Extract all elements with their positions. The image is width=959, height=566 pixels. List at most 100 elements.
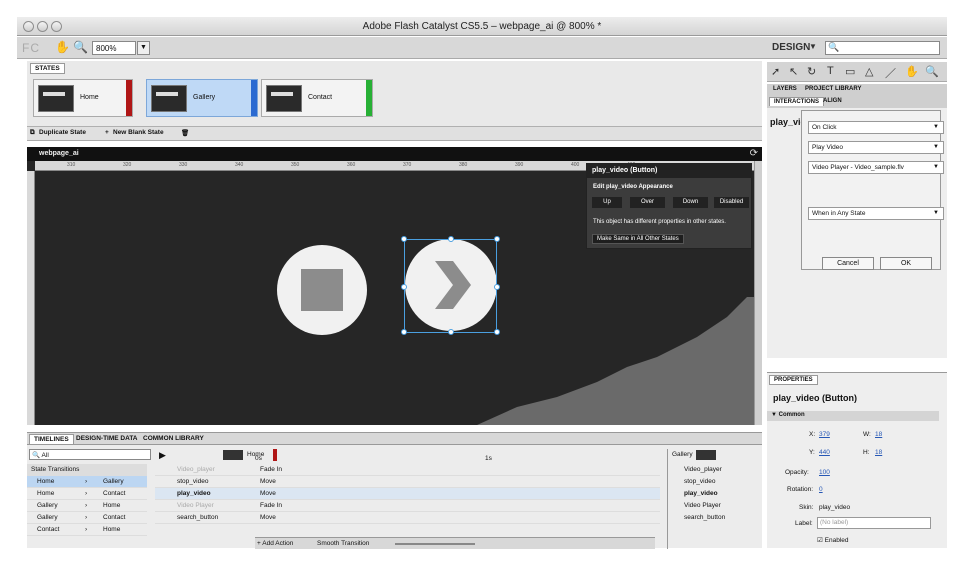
state-up-button[interactable]: Up bbox=[592, 197, 622, 208]
enabled-checkbox[interactable]: ☑ Enabled bbox=[817, 536, 849, 544]
tab-timelines[interactable]: TIMELINES bbox=[29, 434, 74, 444]
zoom-level-field[interactable]: 800% bbox=[92, 41, 136, 55]
states-tab[interactable]: STATES bbox=[30, 63, 65, 74]
track-row[interactable]: Video_player Fade In bbox=[155, 464, 660, 476]
resize-handle[interactable] bbox=[401, 284, 407, 290]
y-value[interactable]: 440 bbox=[819, 449, 830, 456]
timelines-panel: TIMELINES DESIGN-TIME DATA COMMON LIBRAR… bbox=[27, 432, 762, 549]
chevron-down-icon[interactable]: ▼ bbox=[809, 42, 817, 51]
transition-row[interactable]: Gallery › Contact bbox=[27, 512, 147, 524]
target-dropdown[interactable]: Video Player - Video_sample.flv ▼ bbox=[808, 161, 944, 174]
tab-align[interactable]: ALIGN bbox=[819, 97, 846, 105]
resize-handle[interactable] bbox=[401, 236, 407, 242]
resize-handle[interactable] bbox=[448, 329, 454, 335]
zoom-dropdown-button[interactable]: ▼ bbox=[137, 41, 150, 55]
triangle-tool-icon[interactable]: △ bbox=[865, 65, 873, 78]
hand-tool-icon[interactable]: ✋ bbox=[905, 65, 919, 78]
from-state: Home bbox=[37, 478, 55, 485]
rotation-value[interactable]: 0 bbox=[819, 486, 823, 493]
smooth-transition-button[interactable]: Smooth Transition bbox=[317, 540, 369, 547]
ruler-tick: 370 bbox=[403, 162, 412, 168]
direct-select-tool-icon[interactable]: ↖ bbox=[789, 65, 798, 78]
refresh-icon[interactable]: ⟳ bbox=[750, 148, 758, 159]
track-row[interactable]: Video Player Fade In bbox=[155, 500, 660, 512]
new-blank-state-icon[interactable]: + bbox=[105, 129, 109, 136]
condition-value: When in Any State bbox=[812, 210, 866, 217]
track-row[interactable]: stop_video Move bbox=[155, 476, 660, 488]
x-value[interactable]: 379 bbox=[819, 431, 830, 438]
tab-common-library[interactable]: COMMON LIBRARY bbox=[139, 434, 208, 443]
workspace-label[interactable]: DESIGN bbox=[772, 42, 810, 53]
resize-handle[interactable] bbox=[494, 236, 500, 242]
state-card-home[interactable]: Home bbox=[33, 79, 133, 117]
layers-tabbar: LAYERS PROJECT LIBRARY bbox=[767, 84, 947, 96]
play-icon[interactable]: ▶ bbox=[159, 450, 166, 461]
object-name: Video_player bbox=[684, 466, 722, 473]
duplicate-state-button[interactable]: Duplicate State bbox=[39, 129, 86, 136]
duplicate-state-icon[interactable]: ⧉ bbox=[30, 129, 35, 137]
selection-box[interactable] bbox=[401, 236, 500, 335]
h-value[interactable]: 18 bbox=[875, 449, 882, 456]
ok-button[interactable]: OK bbox=[880, 257, 932, 270]
w-label: W: bbox=[863, 431, 871, 438]
transition-row[interactable]: Gallery › Home bbox=[27, 500, 147, 512]
object-name: search_button bbox=[684, 514, 726, 521]
search-input[interactable]: 🔍 bbox=[825, 41, 940, 55]
filter-select[interactable]: 🔍 All bbox=[29, 449, 151, 460]
tab-properties[interactable]: PROPERTIES bbox=[769, 375, 818, 385]
resize-handle[interactable] bbox=[494, 329, 500, 335]
new-blank-state-button[interactable]: New Blank State bbox=[113, 129, 164, 136]
trash-icon[interactable]: 🗑 bbox=[181, 129, 189, 137]
tab-interactions[interactable]: INTERACTIONS bbox=[769, 97, 824, 106]
h-label: H: bbox=[863, 449, 870, 456]
transition-row[interactable]: Contact › Home bbox=[27, 524, 147, 536]
ruler-tick: 360 bbox=[347, 162, 356, 168]
action-dropdown[interactable]: Play Video ▼ bbox=[808, 141, 944, 154]
interaction-editor: On Click ▼ Play Video ▼ Video Player - Vid… bbox=[801, 110, 944, 270]
w-value[interactable]: 18 bbox=[875, 431, 882, 438]
transform-tool-icon[interactable]: ↻ bbox=[807, 65, 816, 78]
transitions-list: State Transitions Home › Gallery Home › … bbox=[27, 464, 154, 549]
ruler-tick: 330 bbox=[179, 162, 188, 168]
state-card-contact[interactable]: Contact bbox=[261, 79, 373, 117]
vertical-scrollbar[interactable] bbox=[754, 161, 762, 425]
tab-project-library[interactable]: PROJECT LIBRARY bbox=[801, 85, 865, 93]
condition-dropdown[interactable]: When in Any State ▼ bbox=[808, 207, 944, 220]
zoom-slider[interactable] bbox=[395, 543, 475, 545]
tab-design-time-data[interactable]: DESIGN-TIME DATA bbox=[72, 434, 142, 443]
rectangle-tool-icon[interactable]: ▭ bbox=[845, 65, 855, 78]
common-section-header[interactable]: ▼ Common bbox=[767, 411, 939, 421]
resize-handle[interactable] bbox=[494, 284, 500, 290]
event-dropdown[interactable]: On Click ▼ bbox=[808, 121, 944, 134]
document-name[interactable]: webpage_ai bbox=[39, 150, 79, 157]
stop-video-button[interactable] bbox=[277, 245, 367, 335]
track-row[interactable]: play_video Move bbox=[155, 488, 660, 500]
resize-handle[interactable] bbox=[401, 329, 407, 335]
zoom-tool-icon[interactable]: 🔍 bbox=[73, 40, 88, 54]
selection-tool-icon[interactable]: ➚ bbox=[771, 65, 780, 78]
tab-layers[interactable]: LAYERS bbox=[769, 85, 801, 93]
line-tool-icon[interactable]: ／ bbox=[885, 65, 896, 81]
arrow-icon: › bbox=[85, 502, 88, 509]
transition-row[interactable]: Home › Contact bbox=[27, 488, 147, 500]
add-action-button[interactable]: + Add Action bbox=[257, 540, 293, 547]
arrow-icon: › bbox=[85, 490, 88, 497]
text-tool-icon[interactable]: T bbox=[827, 65, 834, 77]
resize-handle[interactable] bbox=[448, 236, 454, 242]
state-disabled-button[interactable]: Disabled bbox=[714, 197, 749, 208]
zoom-tool-icon[interactable]: 🔍 bbox=[925, 65, 939, 78]
state-card-gallery[interactable]: Gallery bbox=[146, 79, 258, 117]
make-same-button[interactable]: Make Same in All Other States bbox=[592, 234, 684, 244]
chevron-down-icon: ▼ bbox=[933, 164, 939, 170]
artboard-canvas[interactable]: webpage_ai ⟳ 310 320 330 340 350 360 370… bbox=[27, 147, 762, 425]
transition-row[interactable]: Home › Gallery bbox=[27, 476, 147, 488]
opacity-value[interactable]: 100 bbox=[819, 469, 830, 476]
section-header[interactable]: State Transitions bbox=[27, 464, 147, 476]
state-over-button[interactable]: Over bbox=[630, 197, 665, 208]
track-row[interactable]: search_button Move bbox=[155, 512, 660, 524]
label-field[interactable]: (No label) bbox=[817, 517, 931, 529]
hand-tool-icon[interactable]: ✋ bbox=[55, 40, 70, 54]
state-down-button[interactable]: Down bbox=[673, 197, 708, 208]
cancel-button[interactable]: Cancel bbox=[822, 257, 874, 270]
window-title: Adobe Flash Catalyst CS5.5 – webpage_ai … bbox=[362, 21, 602, 32]
